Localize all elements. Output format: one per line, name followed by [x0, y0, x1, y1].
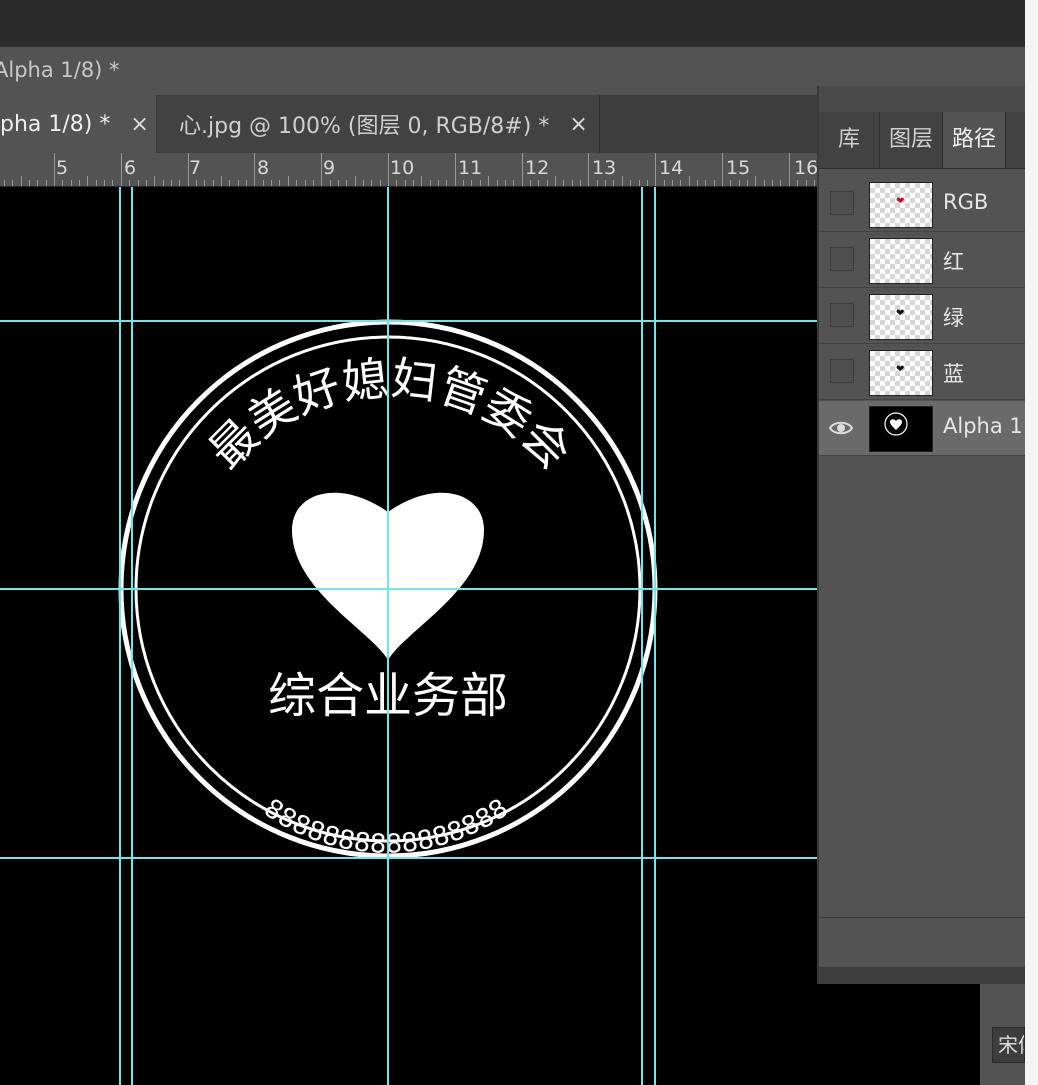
channel-row-rgb[interactable]: ❤ RGB	[819, 177, 1025, 232]
channel-thumbnail	[869, 406, 933, 452]
channel-name: 红	[943, 250, 964, 274]
channel-name: Alpha 1	[943, 414, 1023, 438]
guide-horizontal[interactable]	[0, 857, 818, 859]
visibility-toggle[interactable]	[830, 303, 854, 327]
visibility-toggle[interactable]	[830, 359, 854, 383]
visibility-toggle[interactable]	[830, 247, 854, 271]
heart-icon: ❤	[896, 196, 905, 207]
tab-layers[interactable]: 图层	[880, 112, 943, 168]
channel-thumbnail: ❤	[869, 350, 933, 396]
heart-icon: ❤	[896, 308, 905, 319]
visibility-toggle[interactable]	[830, 191, 854, 215]
tab-libraries[interactable]: 库	[819, 112, 880, 168]
channel-row-green[interactable]: ❤ 绿	[819, 289, 1025, 344]
channel-thumbnail: ❤	[869, 294, 933, 340]
seal-bottom-text: 8888888888888888	[258, 793, 514, 859]
seal-top-text: 最美好媳妇管委会	[198, 351, 581, 479]
panel-resize-bar[interactable]	[819, 967, 1025, 984]
channel-row-red[interactable]: 红	[819, 233, 1025, 288]
channel-thumbnail: ❤	[869, 182, 933, 228]
heart-icon: ❤	[896, 364, 905, 375]
tab-overflow[interactable]	[1006, 112, 1025, 168]
channel-row-blue[interactable]: ❤ 蓝	[819, 345, 1025, 400]
channel-name: RGB	[943, 190, 989, 214]
guide-horizontal[interactable]	[0, 320, 818, 322]
seal-thumbnail	[884, 412, 908, 436]
guide-horizontal[interactable]	[0, 588, 818, 590]
window-edge	[1025, 0, 1038, 1085]
panel-header[interactable]	[819, 86, 1025, 113]
panel-footer	[819, 917, 1025, 968]
seal-artwork: 最美好媳妇管委会 综合业务部 8888888888888888	[118, 319, 658, 860]
tab-paths[interactable]: 路径	[943, 112, 1006, 168]
channel-name: 绿	[943, 306, 964, 330]
eye-icon[interactable]	[828, 415, 854, 446]
channel-thumbnail	[869, 238, 933, 284]
channel-row-alpha-1[interactable]: Alpha 1	[819, 401, 1025, 456]
font-family-field[interactable]: 宋体	[992, 1027, 1025, 1063]
channel-name: 蓝	[943, 362, 964, 386]
